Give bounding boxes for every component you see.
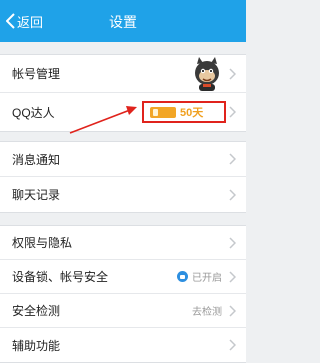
chevron-right-icon [229, 153, 236, 165]
device-lock-status-text: 已开启 [192, 273, 222, 284]
chevron-right-icon [229, 188, 236, 201]
device-lock-status: 已开启 [177, 260, 222, 293]
chat-history-row[interactable]: 聊天记录 [0, 177, 246, 212]
security-check-row[interactable]: 安全检测 去检测 [0, 294, 246, 328]
qq-talent-card-icon [150, 106, 176, 118]
account-group: 帐号管理 QQ达人 50天 [0, 54, 246, 132]
privacy-label: 权限与隐私 [12, 236, 73, 250]
security-group: 权限与隐私 设备锁、帐号安全 已开启 安全检测 去检测 辅助功能 [0, 225, 246, 363]
qq-talent-days: 50天 [180, 107, 204, 119]
page-title: 设置 [109, 14, 137, 30]
message-notify-label: 消息通知 [12, 152, 61, 167]
security-check-label: 安全检测 [12, 304, 61, 318]
chevron-right-icon [229, 106, 236, 118]
qq-talent-label: QQ达人 [12, 105, 55, 120]
chevron-right-icon [229, 236, 236, 249]
privacy-row[interactable]: 权限与隐私 [0, 226, 246, 260]
account-manage-row[interactable]: 帐号管理 [0, 55, 246, 93]
security-check-status-text: 去检测 [192, 307, 222, 318]
device-lock-row[interactable]: 设备锁、帐号安全 已开启 [0, 260, 246, 294]
accessibility-label: 辅助功能 [12, 338, 61, 353]
header-bar: 返回 设置 [0, 0, 246, 42]
qq-talent-row[interactable]: QQ达人 50天 [0, 93, 246, 131]
chevron-right-icon [229, 304, 236, 317]
chat-history-label: 聊天记录 [12, 188, 61, 202]
mascot-avatar-icon [190, 56, 224, 92]
accessibility-row[interactable]: 辅助功能 [0, 328, 246, 362]
chevron-right-icon [229, 67, 236, 80]
message-notify-row[interactable]: 消息通知 [0, 142, 246, 177]
chevron-right-icon [229, 270, 236, 283]
account-manage-label: 帐号管理 [12, 67, 61, 81]
chevron-right-icon [229, 339, 236, 351]
notify-group: 消息通知 聊天记录 [0, 141, 246, 213]
lock-icon [177, 271, 188, 282]
security-check-status: 去检测 [192, 294, 222, 327]
qq-talent-badge[interactable]: 50天 [142, 101, 226, 123]
device-lock-label: 设备锁、帐号安全 [12, 270, 109, 284]
